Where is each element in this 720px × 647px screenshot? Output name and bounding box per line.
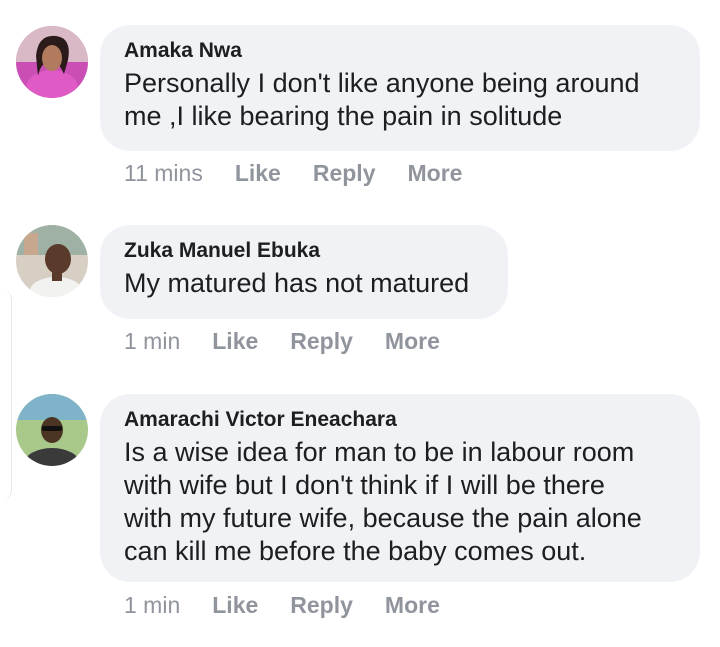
reply-button[interactable]: Reply [290,328,353,355]
comment-actions: 1 min Like Reply More [124,590,472,620]
more-button[interactable]: More [408,160,463,187]
reply-button[interactable]: Reply [313,160,376,187]
avatar[interactable] [16,26,88,98]
profile-photo-icon [16,225,88,297]
side-panel-edge [0,290,12,500]
comment-bubble: Amarachi Victor Eneachara Is a wise idea… [100,394,700,582]
like-button[interactable]: Like [212,328,258,355]
like-button[interactable]: Like [212,592,258,619]
comment-actions: 11 mins Like Reply More [124,158,494,188]
comment-bubble: Zuka Manuel Ebuka My matured has not mat… [100,225,508,319]
comment-bubble: Amaka Nwa Personally I don't like anyone… [100,25,700,151]
reply-button[interactable]: Reply [290,592,353,619]
profile-photo-icon [16,26,88,98]
comment-text-line: can kill me before the baby comes out. [124,536,587,566]
comment-author[interactable]: Amaka Nwa [124,38,676,64]
like-button[interactable]: Like [235,160,281,187]
comment-text-line: me ,I like bearing the pain in solitude [124,101,563,131]
comment-text-line: with wife but I don't think if I will be… [124,470,605,500]
comment-timestamp[interactable]: 1 min [124,592,180,619]
comment-timestamp[interactable]: 11 mins [124,160,203,187]
comment-text-line: Is a wise idea for man to be in labour r… [124,437,635,467]
profile-photo-icon [16,394,88,466]
avatar[interactable] [16,225,88,297]
comment-author[interactable]: Zuka Manuel Ebuka [124,238,484,264]
comment-text-line: Personally I don't like anyone being aro… [124,68,640,98]
avatar[interactable] [16,394,88,466]
comment-actions: 1 min Like Reply More [124,326,472,356]
comment-text-line: with my future wife, because the pain al… [124,503,642,533]
comment-text-line: My matured has not matured [124,268,470,298]
comment-author[interactable]: Amarachi Victor Eneachara [124,407,676,433]
more-button[interactable]: More [385,328,440,355]
comment-timestamp[interactable]: 1 min [124,328,180,355]
more-button[interactable]: More [385,592,440,619]
